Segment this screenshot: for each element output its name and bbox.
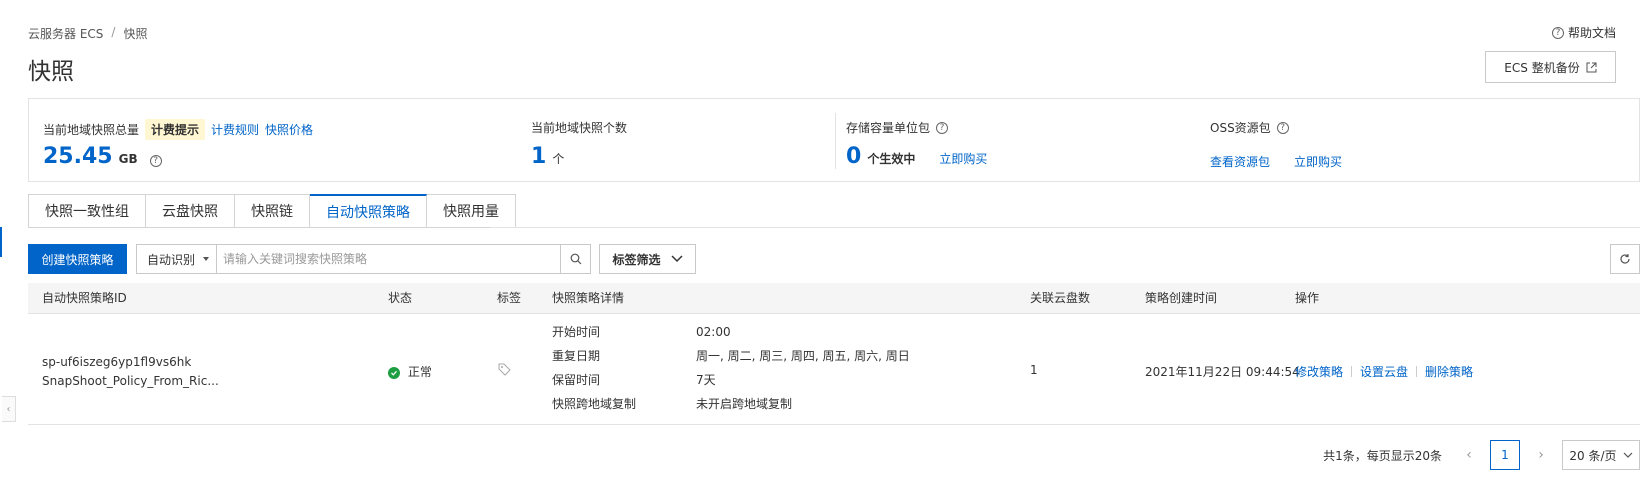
- tabs-baseline: [490, 227, 1640, 228]
- th-actions: 操作: [1295, 291, 1320, 305]
- detail-value: 周一, 周二, 周三, 周四, 周五, 周六, 周日: [696, 349, 910, 363]
- help-circle-icon[interactable]: ?: [149, 155, 162, 167]
- edit-policy-link[interactable]: 修改策略: [1295, 363, 1343, 380]
- disk-count-link[interactable]: 1: [1030, 363, 1038, 377]
- status-label: 正常: [407, 365, 432, 379]
- chevron-left-icon: ‹: [6, 403, 11, 415]
- refresh-button[interactable]: [1610, 244, 1640, 274]
- create-policy-button[interactable]: 创建快照策略: [28, 244, 127, 274]
- created-time: 2021年11月22日 09:44:54: [1145, 365, 1300, 379]
- stat-count-label: 当前地域快照个数: [531, 121, 628, 135]
- chevron-left-icon[interactable]: ‹: [1458, 441, 1480, 469]
- th-policy-id: 自动快照策略ID: [42, 291, 127, 305]
- detail-value: 未开启跨地域复制: [696, 397, 793, 411]
- chevron-right-icon[interactable]: ›: [1530, 441, 1552, 469]
- help-circle-icon[interactable]: ?: [1276, 121, 1289, 134]
- stats-divider: [835, 113, 836, 169]
- th-tags: 标签: [497, 291, 522, 305]
- stat-count-value: 1: [531, 144, 547, 169]
- detail-label: 重复日期: [552, 349, 601, 363]
- chevron-down-icon: [670, 255, 683, 263]
- tag-icon-button[interactable]: [498, 363, 511, 379]
- detail-value: 02:00: [696, 325, 731, 339]
- action-divider: [1416, 366, 1418, 377]
- external-link-icon: [1586, 62, 1597, 72]
- storage-buy-link[interactable]: 立即购买: [939, 150, 987, 167]
- stat-total-label: 当前地域快照总量: [43, 123, 140, 137]
- ecs-backup-label: ECS 整机备份: [1504, 60, 1580, 75]
- help-circle-icon: ?: [1551, 26, 1564, 39]
- detail-label: 保留时间: [552, 373, 601, 387]
- search-mode-label: 自动识别: [147, 252, 196, 267]
- policy-status: 正常: [388, 363, 432, 380]
- set-disk-link[interactable]: 设置云盘: [1360, 363, 1408, 380]
- billing-tip-tag[interactable]: 计费提示: [145, 119, 206, 140]
- page-button-current[interactable]: 1: [1490, 440, 1520, 470]
- page-size-select[interactable]: 20 条/页: [1562, 440, 1640, 470]
- caret-down-icon: [203, 257, 210, 261]
- help-doc-link[interactable]: ? 帮助文档: [1551, 24, 1616, 41]
- stat-count-unit: 个: [552, 152, 565, 166]
- row-actions: 修改策略 设置云盘 删除策略: [1295, 363, 1473, 380]
- oss-view-link[interactable]: 查看资源包: [1210, 153, 1270, 170]
- check-circle-icon: [388, 366, 400, 379]
- detail-value: 7天: [696, 373, 716, 387]
- help-circle-icon[interactable]: ?: [936, 121, 949, 134]
- help-doc-label: 帮助文档: [1567, 26, 1616, 40]
- ecs-backup-button[interactable]: ECS 整机备份: [1485, 51, 1616, 83]
- th-details: 快照策略详情: [552, 291, 625, 305]
- delete-policy-link[interactable]: 删除策略: [1425, 363, 1473, 380]
- stat-oss-label: OSS资源包: [1210, 121, 1271, 135]
- stat-storage-unit: 个生效中: [867, 152, 916, 166]
- chevron-down-icon: [1623, 452, 1632, 458]
- tab-consistency-group[interactable]: 快照一致性组: [28, 194, 146, 228]
- page-size-label: 20 条/页: [1569, 448, 1617, 463]
- tab-auto-snapshot-policy[interactable]: 自动快照策略: [310, 194, 427, 228]
- breadcrumb-ecs-link[interactable]: 云服务器 ECS: [28, 25, 103, 42]
- active-nav-marker: [0, 227, 2, 257]
- search-group: 自动识别: [136, 244, 591, 274]
- stat-total-value: 25.45: [43, 144, 113, 169]
- tab-snapshot-usage[interactable]: 快照用量: [427, 194, 516, 228]
- breadcrumb-separator: /: [111, 25, 116, 39]
- search-button[interactable]: [560, 245, 590, 273]
- action-divider: [1351, 366, 1353, 377]
- tab-bar: 快照一致性组 云盘快照 快照链 自动快照策略 快照用量: [28, 194, 516, 228]
- detail-label: 快照跨地域复制: [552, 397, 637, 411]
- tag-icon: [498, 363, 511, 376]
- search-input[interactable]: [217, 245, 560, 273]
- detail-label: 开始时间: [552, 325, 601, 339]
- tag-filter-button[interactable]: 标签筛选: [599, 244, 696, 274]
- th-created: 策略创建时间: [1145, 291, 1218, 305]
- policy-details: 开始时间 02:00 重复日期 周一, 周二, 周三, 周四, 周五, 周六, …: [552, 320, 1022, 420]
- stat-total-unit: GB: [118, 152, 138, 166]
- search-mode-select[interactable]: 自动识别: [137, 245, 217, 273]
- table-header: 自动快照策略ID 状态 标签 快照策略详情 关联云盘数 策略创建时间 操作: [28, 283, 1640, 314]
- snapshot-price-link[interactable]: 快照价格: [265, 121, 313, 138]
- th-status: 状态: [388, 291, 413, 305]
- th-disk-count: 关联云盘数: [1030, 291, 1091, 305]
- breadcrumb: 云服务器 ECS / 快照: [28, 25, 147, 42]
- policy-name: SnapShoot_Policy_From_Ric...: [42, 374, 219, 388]
- stat-storage-label: 存储容量单位包: [846, 121, 931, 135]
- oss-buy-link[interactable]: 立即购买: [1294, 153, 1342, 170]
- breadcrumb-current: 快照: [123, 27, 148, 41]
- policy-id-link[interactable]: sp-uf6iszeg6yp1fl9vs6hk: [42, 355, 191, 369]
- tab-snapshot-chain[interactable]: 快照链: [235, 194, 310, 228]
- sidebar-collapse-button[interactable]: ‹: [2, 396, 16, 422]
- refresh-icon: [1620, 254, 1630, 264]
- search-icon: [570, 253, 581, 265]
- stat-storage-value: 0: [846, 144, 862, 169]
- pagination-summary: 共1条，每页显示20条: [1323, 448, 1442, 463]
- page-title: 快照: [28, 59, 74, 85]
- table-row: sp-uf6iszeg6yp1fl9vs6hk SnapShoot_Policy…: [28, 314, 1640, 425]
- billing-rules-link[interactable]: 计费规则: [211, 121, 259, 138]
- stats-panel: 当前地域快照总量 计费提示 计费规则 快照价格 25.45 GB ? 当前地域快…: [28, 98, 1640, 182]
- tab-disk-snapshot[interactable]: 云盘快照: [146, 194, 235, 228]
- tag-filter-label: 标签筛选: [612, 252, 661, 267]
- pagination: 共1条，每页显示20条 ‹ 1 › 20 条/页: [1323, 440, 1640, 470]
